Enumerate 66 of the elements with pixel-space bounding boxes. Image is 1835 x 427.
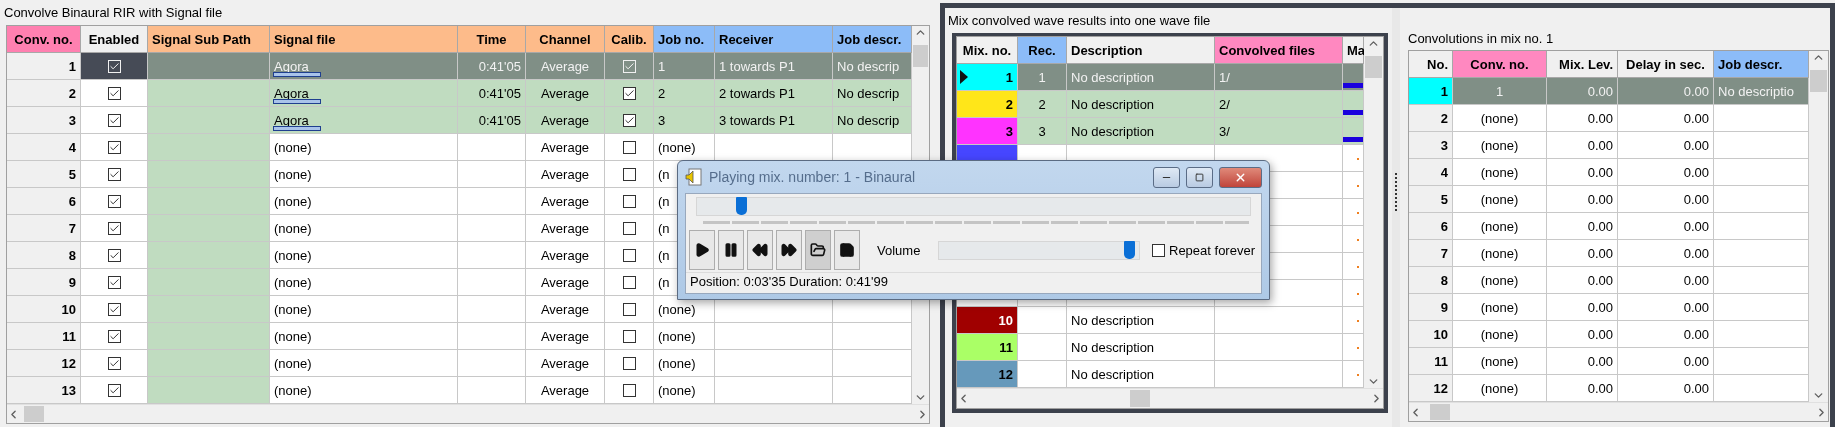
cell-text: (none) <box>274 220 312 236</box>
table-cell: No description <box>1067 91 1215 118</box>
row-number: 8 <box>7 242 81 269</box>
row-number: 10 <box>7 296 81 323</box>
table-cell: 3 <box>654 107 715 134</box>
row-number: 10 <box>1409 321 1453 348</box>
table-cell: 2 <box>654 80 715 107</box>
panel-title: Convolve Binaural RIR with Signal file <box>4 5 223 20</box>
row-number: 4 <box>1409 159 1453 186</box>
row-number: 6 <box>7 188 81 215</box>
cell-text: (none) <box>274 328 312 344</box>
cell-text: 2 <box>1005 96 1013 112</box>
table-cell: 2/ <box>1215 91 1343 118</box>
row-number: 7 <box>7 215 81 242</box>
table-cell: 0:41'05 <box>458 80 526 107</box>
cell-text: (none) <box>274 139 312 155</box>
row-number: 4 <box>7 134 81 161</box>
volume-label: Volume <box>877 242 921 258</box>
table-cell: 3 towards P1 <box>715 107 833 134</box>
row-number: 9 <box>7 269 81 296</box>
row-number: 11 <box>7 323 81 350</box>
table-cell: No descrip <box>833 80 912 107</box>
row-number: 2 <box>1409 105 1453 132</box>
row-number: 5 <box>7 161 81 188</box>
row-number: 3 <box>1409 132 1453 159</box>
cell-text: (none) <box>274 166 312 182</box>
table-cell: Average <box>526 107 605 134</box>
cell-text: 3 <box>1005 123 1013 139</box>
row-number: 9 <box>1409 294 1453 321</box>
table-cell: No descrip <box>833 107 912 134</box>
row-number: 6 <box>1409 213 1453 240</box>
row-number: 11 <box>1409 348 1453 375</box>
table-cell: Average <box>526 80 605 107</box>
panel-title: Mix convolved wave results into one wave file <box>948 13 1211 28</box>
cell-text: (none) <box>274 382 312 398</box>
row-number: 3 <box>7 107 81 134</box>
row-number: 13 <box>7 377 81 404</box>
checkbox-label: Repeat forever <box>1169 242 1255 258</box>
cell-text: Agora <box>274 85 309 101</box>
row-number: 12 <box>7 350 81 377</box>
row-number: 7 <box>1409 240 1453 267</box>
cell-text: 12 <box>998 366 1013 382</box>
table-cell: No description <box>1067 118 1215 145</box>
cell-text: (none) <box>274 193 312 209</box>
status-text: Position: 0:03'35 Duration: 0:41'99 <box>686 272 1261 290</box>
table-cell: 0:41'05 <box>458 107 526 134</box>
table-cell: 3 <box>1018 118 1067 145</box>
panel-title: Convolutions in mix no. 1 <box>1408 30 1554 46</box>
cell-text: (none) <box>274 355 312 371</box>
row-number: 1 <box>1409 78 1453 105</box>
cell-text: 1 <box>1005 69 1013 85</box>
table-cell: 3/ <box>1215 118 1343 145</box>
cell-text: (none) <box>274 274 312 290</box>
table-cell: 2 towards P1 <box>715 80 833 107</box>
row-number: 12 <box>1409 375 1453 402</box>
row-number: 1 <box>7 53 81 80</box>
row-number: 2 <box>7 80 81 107</box>
table-cell: 2 <box>1018 91 1067 118</box>
cell-text: (none) <box>274 301 312 317</box>
cell-text: Agora <box>274 58 309 74</box>
row-number: 8 <box>1409 267 1453 294</box>
cell-text: 10 <box>998 312 1013 328</box>
cell-text: (none) <box>274 247 312 263</box>
cell-text: 11 <box>999 339 1013 355</box>
cell-text: Agora <box>274 112 309 128</box>
row-number: 5 <box>1409 186 1453 213</box>
